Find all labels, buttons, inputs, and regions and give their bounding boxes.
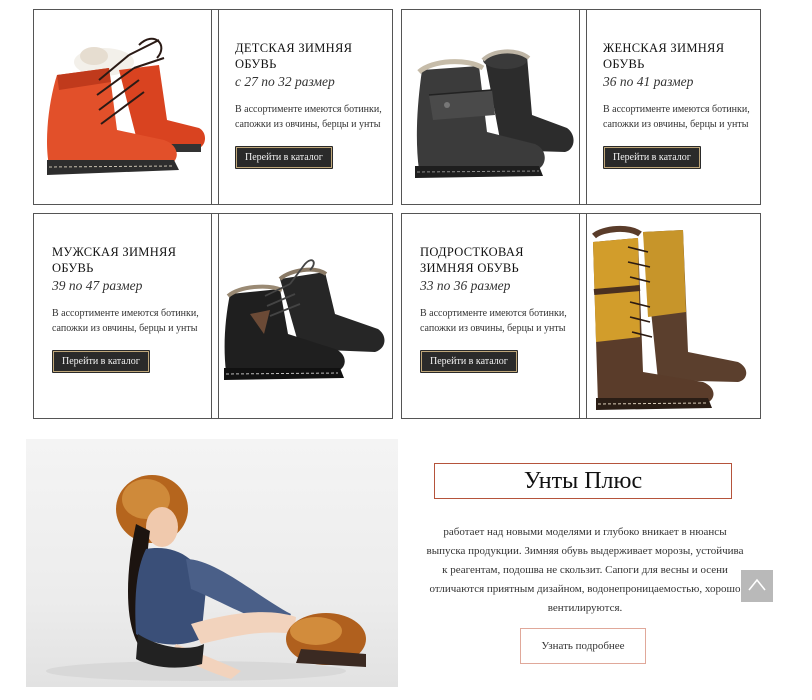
brand-title: Унты Плюс [434,463,732,499]
card-divider [579,214,587,418]
card-size-range: 39 по 47 размер [52,278,143,293]
card-title: ЖЕНСКАЯ ЗИМНЯЯ ОБУВЬ [603,41,725,71]
card-text: МУЖСКАЯ ЗИМНЯЯ ОБУВЬ 39 по 47 размер В а… [52,244,202,373]
card-size-range: с 27 по 32 размер [235,74,335,89]
product-card-women: ЖЕНСКАЯ ЗИМНЯЯ ОБУВЬ 36 по 41 размер В а… [401,9,761,205]
product-card-men: МУЖСКАЯ ЗИМНЯЯ ОБУВЬ 39 по 47 размер В а… [33,213,393,419]
card-title: ПОДРОСТКОВАЯ ЗИМНЯЯ ОБУВЬ [420,245,524,275]
orange-kids-boot-image [39,20,209,196]
woman-in-fur-hat-photo [26,439,398,687]
go-to-catalog-button[interactable]: Перейти в каталог [420,350,518,373]
card-size-range: 33 по 36 размер [420,278,511,293]
go-to-catalog-button[interactable]: Перейти в каталог [603,146,701,169]
product-card-kids: ДЕТСКАЯ ЗИМНЯЯ ОБУВЬ с 27 по 32 размер В… [33,9,393,205]
black-mens-boot-image [220,234,390,410]
chevron-up-icon [748,578,766,591]
scroll-to-top-button[interactable] [741,570,773,602]
card-divider [211,10,219,204]
card-size-range: 36 по 41 размер [603,74,694,89]
card-description: В ассортименте имеются ботинки, сапожки … [603,104,750,130]
go-to-catalog-button[interactable]: Перейти в каталог [52,350,150,373]
black-womens-boot-image [407,20,577,196]
card-description: В ассортименте имеются ботинки, сапожки … [420,308,567,334]
learn-more-button[interactable]: Узнать подробнее [520,628,646,664]
about-text: работает над новыми моделями и глубоко в… [426,526,744,614]
card-text: ЖЕНСКАЯ ЗИМНЯЯ ОБУВЬ 36 по 41 размер В а… [603,40,753,169]
card-divider [211,214,219,418]
go-to-catalog-button[interactable]: Перейти в каталог [235,146,333,169]
card-divider [579,10,587,204]
card-description: В ассортименте имеются ботинки, сапожки … [235,104,382,130]
card-text: ДЕТСКАЯ ЗИМНЯЯ ОБУВЬ с 27 по 32 размер В… [235,40,385,169]
card-title: ДЕТСКАЯ ЗИМНЯЯ ОБУВЬ [235,41,353,71]
mustard-teen-boot-image [588,222,758,412]
card-text: ПОДРОСТКОВАЯ ЗИМНЯЯ ОБУВЬ 33 по 36 разме… [420,244,570,373]
card-description: В ассортименте имеются ботинки, сапожки … [52,308,199,334]
product-card-teens: ПОДРОСТКОВАЯ ЗИМНЯЯ ОБУВЬ 33 по 36 разме… [401,213,761,419]
card-title: МУЖСКАЯ ЗИМНЯЯ ОБУВЬ [52,245,177,275]
